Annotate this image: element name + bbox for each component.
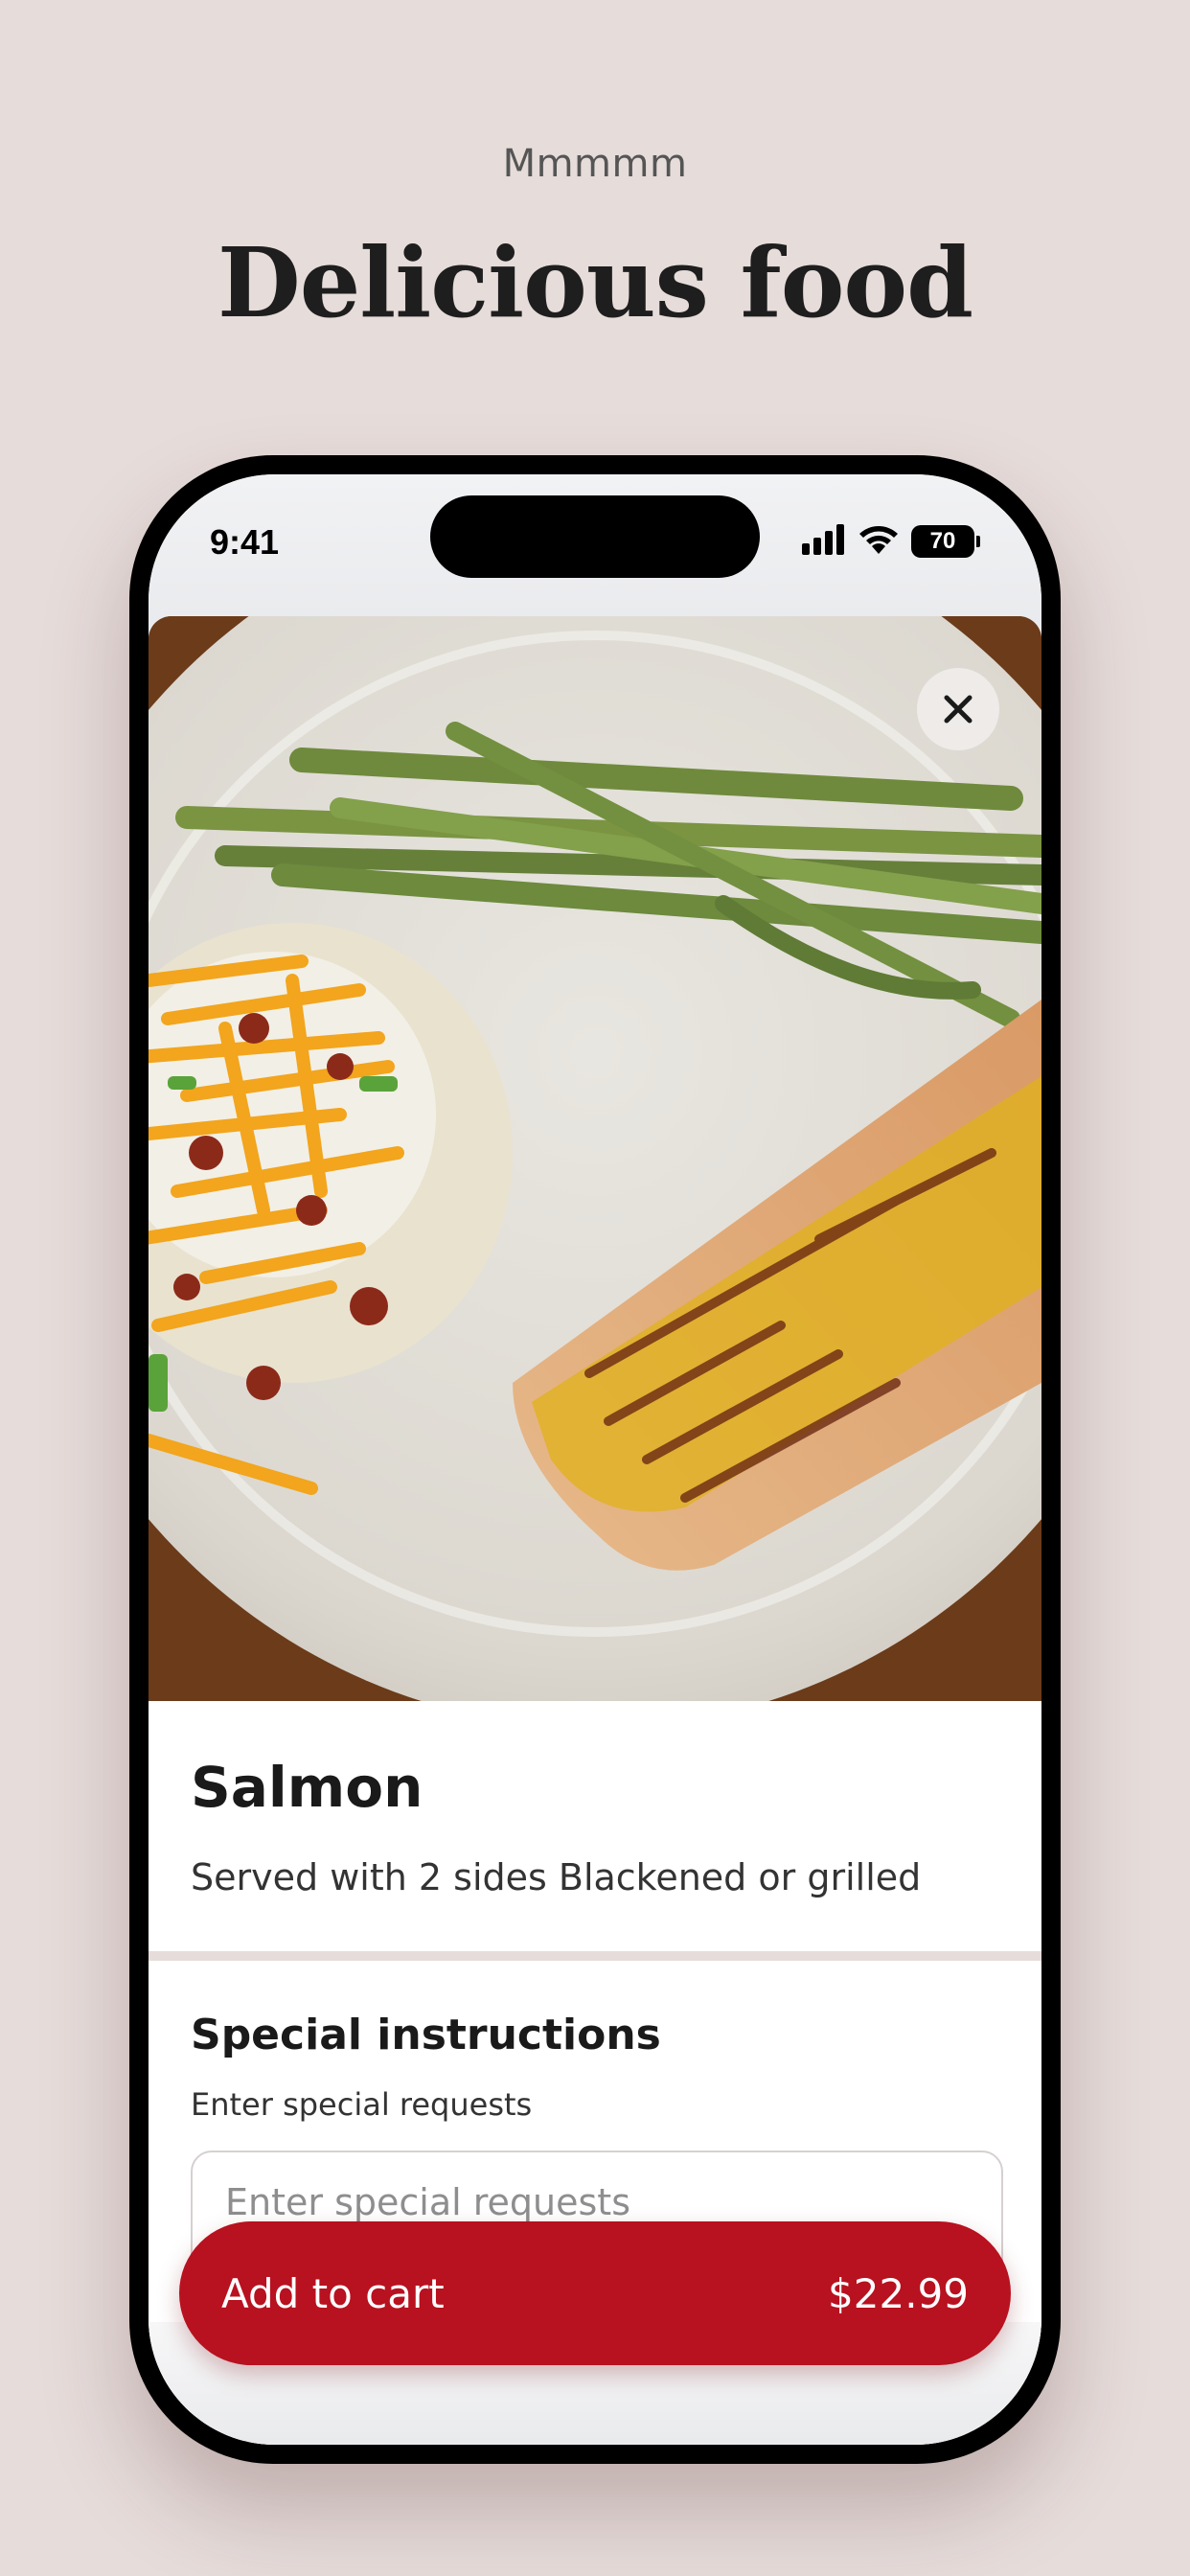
close-icon <box>944 695 973 724</box>
item-detail-sheet: Salmon Served with 2 sides Blackened or … <box>149 616 1041 2445</box>
phone-frame: 9:41 70 Salmon Served with 2 sides Black… <box>129 455 1061 2464</box>
food-photo <box>149 616 1041 1701</box>
add-to-cart-button[interactable]: Add to cart $22.99 <box>179 2221 1011 2365</box>
phone-screen: 9:41 70 Salmon Served with 2 sides Black… <box>149 474 1041 2445</box>
battery-icon: 70 <box>911 525 974 558</box>
add-to-cart-label: Add to cart <box>221 2269 445 2317</box>
wifi-icon <box>858 524 900 560</box>
special-instructions-title: Special instructions <box>191 2011 661 2059</box>
special-instructions-subtitle: Enter special requests <box>191 2086 533 2123</box>
cellular-signal-icon <box>802 523 846 560</box>
eyebrow-text: Mmmmm <box>502 142 688 186</box>
item-description: Served with 2 sides Blackened or grilled <box>191 1856 922 1898</box>
item-name: Salmon <box>191 1755 423 1820</box>
status-bar: 9:41 70 <box>149 474 1041 637</box>
status-time: 9:41 <box>210 522 280 562</box>
battery-nub <box>976 536 980 547</box>
status-icons: 70 <box>802 522 980 561</box>
headline: Delicious food <box>217 226 973 339</box>
dynamic-island <box>430 495 760 578</box>
marketing-page: Mmmmm Delicious food 9:41 70 Salmon Serv… <box>0 0 1190 2576</box>
price-label: $22.99 <box>828 2269 969 2317</box>
close-button[interactable] <box>917 668 999 750</box>
section-divider <box>149 1951 1041 1961</box>
